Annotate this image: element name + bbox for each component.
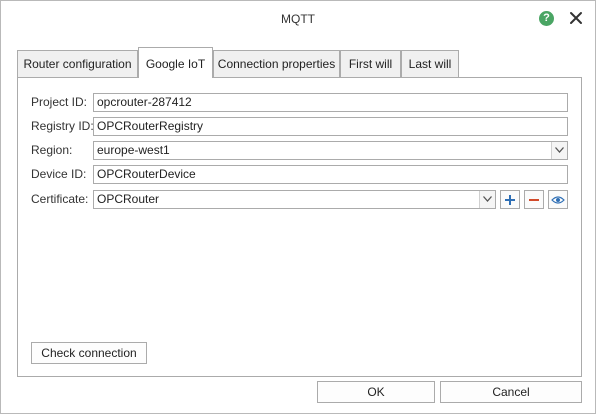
remove-certificate-button[interactable] [524,190,544,209]
close-icon[interactable] [567,9,585,27]
check-connection-button[interactable]: Check connection [31,342,147,364]
certificate-label: Certificate: [31,192,89,206]
device-id-label: Device ID: [31,167,87,181]
device-id-input[interactable]: OPCRouterDevice [93,165,568,184]
help-icon[interactable]: ? [539,11,554,26]
cancel-button[interactable]: Cancel [440,381,582,403]
tab-google-iot[interactable]: Google IoT [138,47,213,78]
plus-icon [505,195,515,205]
tab-connection-properties[interactable]: Connection properties [213,50,340,77]
ok-button[interactable]: OK [317,381,435,403]
add-certificate-button[interactable] [500,190,520,209]
tab-last-will[interactable]: Last will [401,50,459,77]
minus-icon [529,199,539,201]
mqtt-dialog: MQTT ? Router configuration Google IoT C… [0,0,596,414]
tab-router-configuration[interactable]: Router configuration [17,50,138,77]
region-value: europe-west1 [97,143,170,157]
chevron-down-icon[interactable] [551,142,567,159]
chevron-down-icon[interactable] [479,191,495,208]
certificate-select[interactable]: OPCRouter [93,190,496,209]
tab-first-will[interactable]: First will [340,50,401,77]
registry-id-label: Registry ID: [31,119,94,133]
eye-icon [551,196,565,204]
registry-id-input[interactable]: OPCRouterRegistry [93,117,568,136]
region-label: Region: [31,143,73,157]
project-id-input[interactable]: opcrouter-287412 [93,93,568,112]
region-select[interactable]: europe-west1 [93,141,568,160]
window-title: MQTT [281,12,315,26]
certificate-value: OPCRouter [97,192,160,206]
view-certificate-button[interactable] [548,190,568,209]
title-bar: MQTT ? [1,1,595,35]
project-id-label: Project ID: [31,95,88,109]
